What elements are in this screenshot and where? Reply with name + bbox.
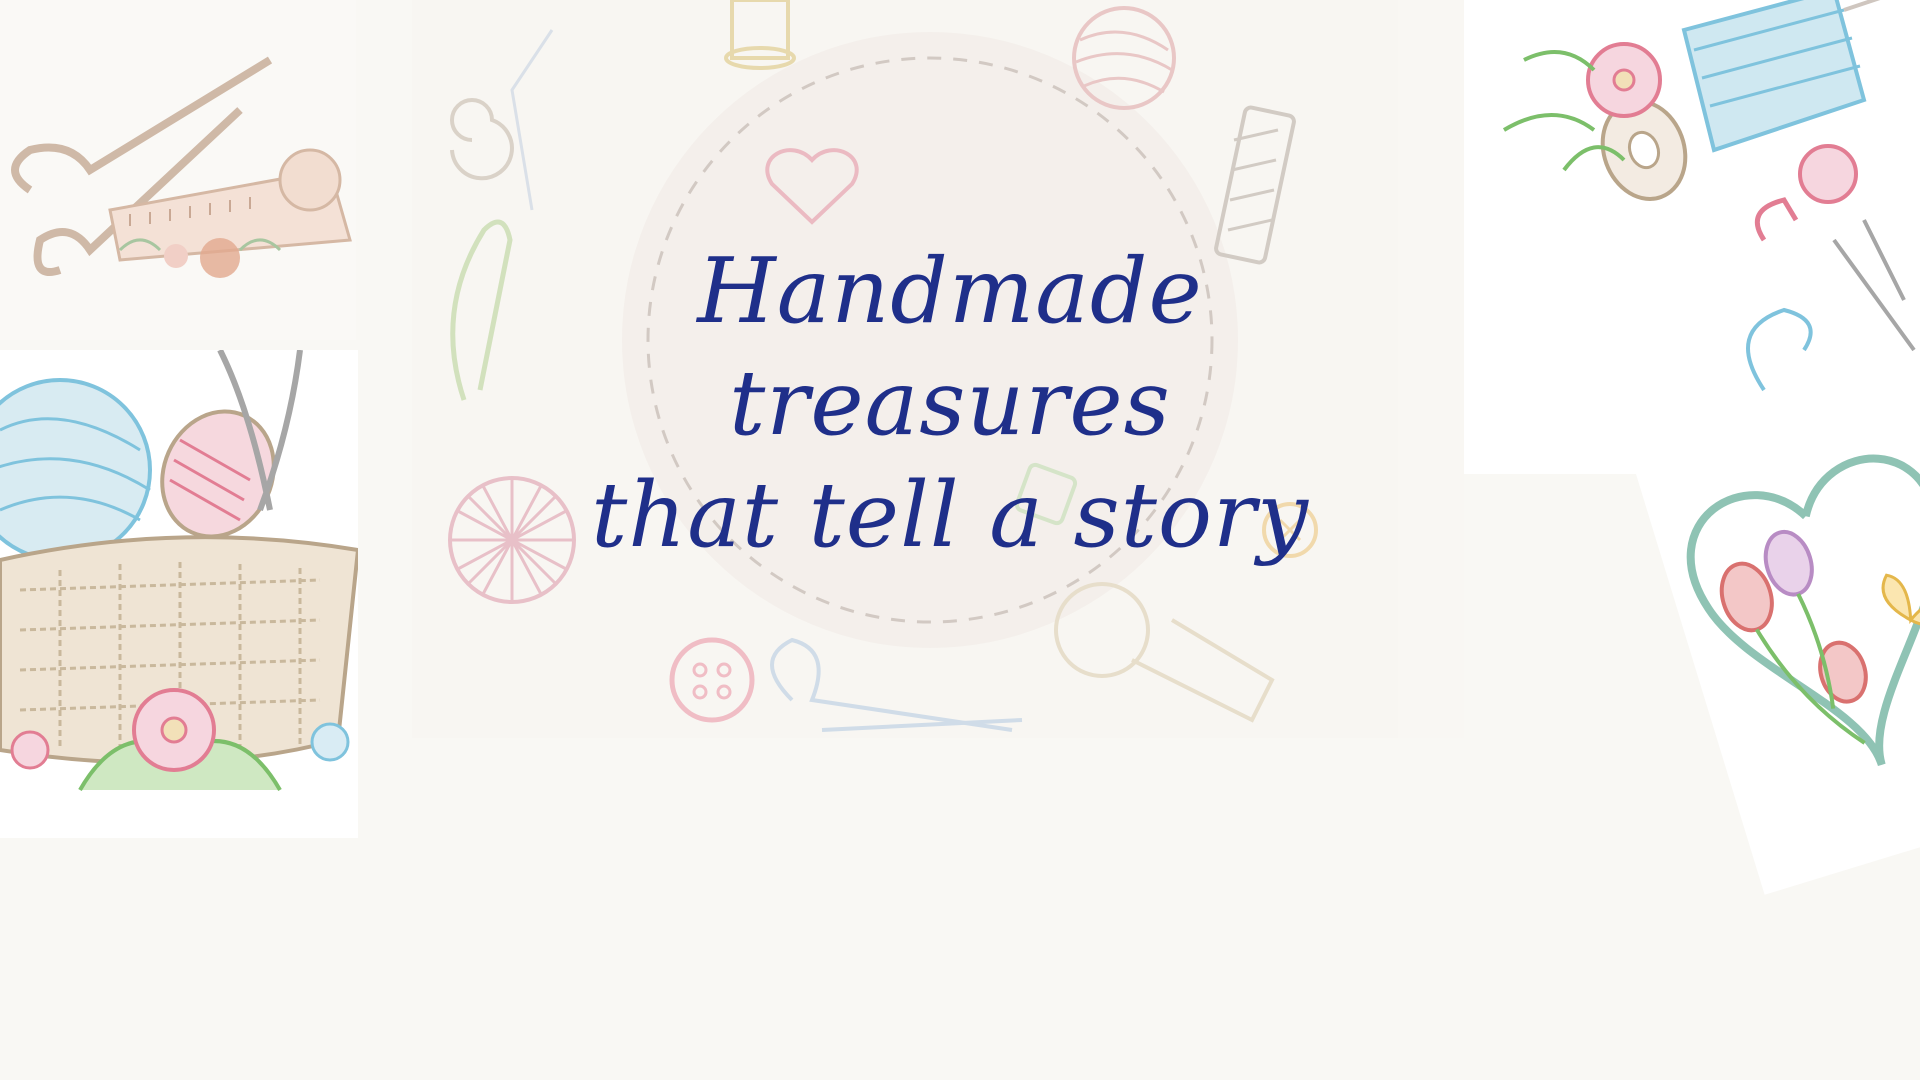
tulip-heart-illustration — [1636, 386, 1920, 895]
sewing-basket-illustration — [0, 350, 358, 838]
safety-pin-icon — [1754, 197, 1799, 242]
tape-measure-icon — [1054, 582, 1275, 723]
scissors-icon — [770, 637, 1023, 732]
yarn-ball-icon — [1072, 6, 1176, 110]
needle-icon — [1843, 0, 1881, 12]
heart-icon — [1686, 454, 1920, 767]
thread-spool-icon — [724, 0, 796, 70]
headline-line-1: Handmade treasures — [697, 239, 1203, 456]
yarn-ball-icon — [0, 378, 152, 562]
scissors-tape-illustration — [0, 0, 356, 340]
thread-icon — [1746, 307, 1813, 392]
swirl-icon — [450, 98, 514, 181]
needle-icon — [1832, 219, 1916, 352]
headline-line-2: that tell a story — [591, 463, 1309, 568]
spool-flowers-illustration — [1464, 0, 1920, 474]
button-icon — [669, 637, 755, 723]
headline: Handmade treasures that tell a story — [470, 236, 1430, 572]
needle-icon — [510, 29, 554, 211]
button-icon — [1798, 144, 1858, 204]
